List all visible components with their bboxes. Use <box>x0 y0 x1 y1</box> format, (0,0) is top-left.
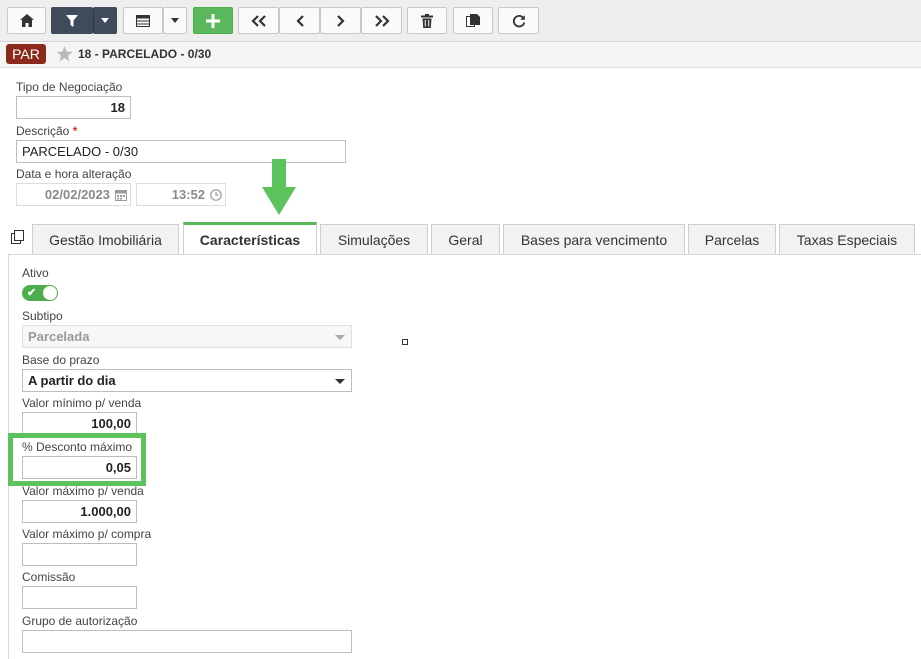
valor-maximo-compra-label: Valor máximo p/ compra <box>22 527 152 541</box>
highlight-box <box>8 433 146 486</box>
tab-taxas-especiais[interactable]: Taxas Especiais <box>779 224 915 254</box>
tab-bases-vencimento[interactable]: Bases para vencimento <box>503 224 685 254</box>
valor-maximo-compra-field[interactable] <box>22 543 137 566</box>
plus-icon <box>206 13 220 28</box>
chevron-down-icon <box>335 379 345 384</box>
tipo-negociacao-label: Tipo de Negociação <box>16 80 123 94</box>
grupo-autorizacao-field[interactable] <box>22 630 352 653</box>
list-view-dropdown-button[interactable] <box>163 7 187 34</box>
record-header: PAR 18 - PARCELADO - 0/30 <box>0 42 921 68</box>
subtipo-label: Subtipo <box>22 309 63 323</box>
add-button[interactable] <box>193 7 233 34</box>
hora-alteracao-field: 13:52 <box>136 183 226 206</box>
subtipo-select: Parcelada <box>22 325 352 348</box>
grupo-autorizacao-label: Grupo de autorização <box>22 614 138 628</box>
chevron-right-icon <box>336 14 345 27</box>
trash-icon <box>421 13 433 28</box>
tab-bar: Gestão Imobiliária Características Simul… <box>0 222 921 255</box>
filter-button[interactable] <box>51 7 93 34</box>
ativo-toggle[interactable]: ✔ <box>22 285 58 301</box>
tab-gestao-imobiliaria[interactable]: Gestão Imobiliária <box>32 224 179 254</box>
marker-square <box>402 339 408 345</box>
last-record-button[interactable] <box>361 7 402 34</box>
tab-parcelas[interactable]: Parcelas <box>688 224 776 254</box>
record-type-badge: PAR <box>6 44 46 64</box>
double-chevron-right-icon <box>374 14 390 27</box>
chevron-down-icon <box>171 18 179 23</box>
toggle-knob <box>43 286 57 300</box>
valor-maximo-venda-field[interactable]: 1.000,00 <box>22 500 137 523</box>
chevron-down-icon <box>335 335 345 340</box>
tab-geral[interactable]: Geral <box>431 224 500 254</box>
data-hora-label: Data e hora alteração <box>16 167 132 181</box>
tipo-negociacao-field[interactable]: 18 <box>16 96 131 119</box>
home-button[interactable] <box>7 7 46 34</box>
home-icon <box>19 14 34 27</box>
previous-record-button[interactable] <box>279 7 320 34</box>
filter-icon <box>66 14 78 27</box>
record-title: 18 - PARCELADO - 0/30 <box>78 47 212 61</box>
valor-minimo-venda-field[interactable]: 100,00 <box>22 412 137 435</box>
base-prazo-select[interactable]: A partir do dia <box>22 369 352 392</box>
next-record-button[interactable] <box>320 7 361 34</box>
list-view-button[interactable] <box>123 7 163 34</box>
star-icon[interactable] <box>56 46 73 62</box>
chevron-left-icon <box>295 14 304 27</box>
tab-caracteristicas[interactable]: Características <box>183 222 317 255</box>
base-prazo-label: Base do prazo <box>22 353 100 367</box>
ativo-label: Ativo <box>22 266 49 280</box>
descricao-label: Descrição * <box>16 124 78 138</box>
valor-minimo-venda-label: Valor mínimo p/ venda <box>22 396 142 410</box>
delete-button[interactable] <box>407 7 447 34</box>
refresh-button[interactable] <box>498 7 539 34</box>
double-chevron-left-icon <box>250 14 266 27</box>
calendar-icon <box>115 190 127 201</box>
refresh-icon <box>512 14 525 27</box>
tab-simulacoes[interactable]: Simulações <box>320 224 428 254</box>
clock-icon <box>210 189 222 201</box>
list-icon <box>136 14 150 27</box>
required-marker: * <box>72 124 78 138</box>
descricao-field[interactable]: PARCELADO - 0/30 <box>16 140 346 163</box>
copy-icon <box>466 13 480 27</box>
copy-icon[interactable] <box>11 230 25 245</box>
copy-button[interactable] <box>453 7 493 34</box>
check-icon: ✔ <box>27 287 37 299</box>
valor-maximo-venda-label: Valor máximo p/ venda <box>22 484 144 498</box>
arrow-down-icon <box>262 159 296 215</box>
chevron-down-icon <box>101 18 109 23</box>
comissao-field[interactable] <box>22 586 137 609</box>
comissao-label: Comissão <box>22 570 76 584</box>
data-alteracao-field: 02/02/2023 <box>16 183 131 206</box>
filter-dropdown-button[interactable] <box>93 7 117 34</box>
toolbar <box>0 0 921 42</box>
first-record-button[interactable] <box>238 7 279 34</box>
